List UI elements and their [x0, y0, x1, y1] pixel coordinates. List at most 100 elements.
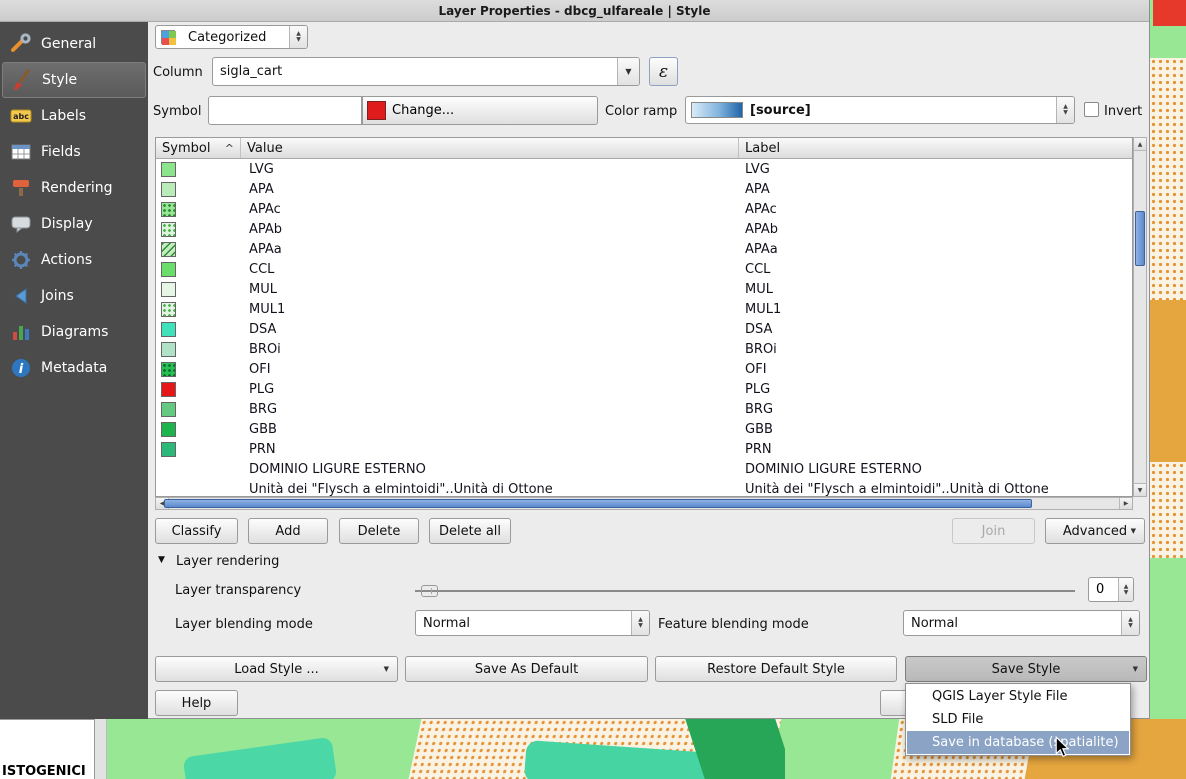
symbol-swatch[interactable]: [161, 242, 176, 257]
sidebar-item-general[interactable]: General: [2, 26, 146, 62]
transparency-spinbox[interactable]: 0 ▲▼: [1088, 577, 1134, 602]
sidebar-item-display[interactable]: Display: [2, 206, 146, 242]
layer-blending-combobox[interactable]: Normal ▲▼: [415, 610, 650, 636]
table-row[interactable]: Unità dei "Flysch a elmintoidi"..Unità d…: [156, 479, 1132, 497]
table-row[interactable]: PRNPRN: [156, 439, 1132, 459]
classify-button[interactable]: Classify: [155, 518, 238, 544]
column-header-symbol[interactable]: Symbol ^: [156, 138, 241, 158]
slider-handle[interactable]: [421, 585, 438, 597]
symbol-swatch[interactable]: [161, 422, 176, 437]
sidebar-item-label: Fields: [41, 144, 81, 160]
combo-stepper[interactable]: ▲▼: [631, 611, 649, 635]
symbol-swatch[interactable]: [161, 162, 176, 177]
renderer-combobox[interactable]: Categorized ▲▼: [155, 25, 308, 49]
save-style-button[interactable]: Save Style ▼: [905, 656, 1147, 682]
scroll-down-icon[interactable]: ▼: [1134, 483, 1146, 496]
symbol-swatch[interactable]: [161, 342, 176, 357]
sidebar-item-rendering[interactable]: Rendering: [2, 170, 146, 206]
window-title: Layer Properties - dbcg_ulfareale | Styl…: [439, 4, 711, 18]
panel-scrollbar[interactable]: [95, 719, 107, 779]
save-as-default-button[interactable]: Save As Default: [405, 656, 648, 682]
table-row[interactable]: LVGLVG: [156, 159, 1132, 179]
horizontal-scrollbar[interactable]: ◀ ▶: [155, 497, 1133, 510]
help-button[interactable]: Help: [155, 690, 238, 716]
table-row[interactable]: GBBGBB: [156, 419, 1132, 439]
scroll-up-icon[interactable]: ▲: [1134, 138, 1146, 151]
chevron-down-icon: ▼: [384, 665, 389, 673]
invert-checkbox[interactable]: [1084, 102, 1099, 117]
color-ramp-combobox[interactable]: [source] ▲▼: [685, 96, 1075, 124]
combo-stepper[interactable]: ▲▼: [1121, 611, 1139, 635]
delete-all-button[interactable]: Delete all: [429, 518, 511, 544]
transparency-slider[interactable]: [415, 583, 1075, 599]
symbol-swatch[interactable]: [161, 442, 176, 457]
symbol-swatch[interactable]: [161, 362, 176, 377]
vertical-scroll-thumb[interactable]: [1135, 211, 1145, 266]
menu-item-sld-file[interactable]: SLD File: [907, 708, 1129, 731]
column-combobox[interactable]: sigla_cart ▼: [212, 57, 640, 86]
legend-label: ISTOGENICI: [2, 764, 86, 779]
sidebar-item-labels[interactable]: abcLabels: [2, 98, 146, 134]
sidebar-item-metadata[interactable]: iMetadata: [2, 350, 146, 386]
table-row[interactable]: MULMUL: [156, 279, 1132, 299]
join-button[interactable]: Join: [952, 518, 1035, 544]
symbol-preview[interactable]: [208, 96, 362, 125]
menu-item-qgis-layer-style-file[interactable]: QGIS Layer Style File: [907, 685, 1129, 708]
combo-stepper[interactable]: ▲▼: [289, 26, 307, 48]
table-row[interactable]: APAAPA: [156, 179, 1132, 199]
value-cell: GBB: [241, 422, 739, 437]
menu-item-save-in-database-spatialite-[interactable]: Save in database (spatialite): [907, 731, 1129, 754]
table-row[interactable]: BRGBRG: [156, 399, 1132, 419]
add-button[interactable]: Add: [248, 518, 328, 544]
symbol-swatch[interactable]: [161, 182, 176, 197]
restore-default-style-button[interactable]: Restore Default Style: [655, 656, 897, 682]
value-cell: LVG: [241, 162, 739, 177]
value-cell: CCL: [241, 262, 739, 277]
table-row[interactable]: BROiBROi: [156, 339, 1132, 359]
vertical-scrollbar[interactable]: ▲ ▼: [1133, 137, 1147, 497]
symbol-swatch[interactable]: [161, 382, 176, 397]
load-style-button[interactable]: Load Style ... ▼: [155, 656, 398, 682]
column-header-value[interactable]: Value: [241, 138, 739, 158]
label-cell: APAa: [739, 242, 1132, 257]
color-ramp-value: [source]: [750, 103, 811, 118]
table-row[interactable]: APAcAPAc: [156, 199, 1132, 219]
symbol-swatch[interactable]: [161, 282, 176, 297]
symbol-swatch[interactable]: [161, 202, 176, 217]
map-canvas[interactable]: [1150, 0, 1186, 779]
table-row[interactable]: APAbAPAb: [156, 219, 1132, 239]
symbol-swatch[interactable]: [161, 402, 176, 417]
collapse-triangle-icon[interactable]: ▼: [158, 555, 165, 565]
table-row[interactable]: DOMINIO LIGURE ESTERNODOMINIO LIGURE EST…: [156, 459, 1132, 479]
window-titlebar[interactable]: Layer Properties - dbcg_ulfareale | Styl…: [0, 0, 1149, 22]
feature-blending-combobox[interactable]: Normal ▲▼: [903, 610, 1140, 636]
sidebar-item-diagrams[interactable]: Diagrams: [2, 314, 146, 350]
expression-builder-button[interactable]: ε: [649, 57, 678, 86]
combo-stepper[interactable]: ▲▼: [1056, 97, 1074, 123]
table-row[interactable]: DSADSA: [156, 319, 1132, 339]
layer-rendering-title[interactable]: Layer rendering: [176, 554, 279, 569]
symbol-swatch[interactable]: [161, 322, 176, 337]
symbol-swatch[interactable]: [161, 262, 176, 277]
table-row[interactable]: PLGPLG: [156, 379, 1132, 399]
advanced-button[interactable]: Advanced ▼: [1045, 518, 1145, 544]
table-row[interactable]: MUL1MUL1: [156, 299, 1132, 319]
sidebar-item-label: Style: [42, 72, 77, 88]
label-cell: APAc: [739, 202, 1132, 217]
change-symbol-button[interactable]: Change...: [362, 96, 598, 125]
table-row[interactable]: CCLCCL: [156, 259, 1132, 279]
symbol-swatch[interactable]: [161, 222, 176, 237]
scroll-right-icon[interactable]: ▶: [1119, 498, 1132, 509]
table-row[interactable]: OFIOFI: [156, 359, 1132, 379]
horizontal-scroll-thumb[interactable]: [164, 499, 1032, 508]
spinbox-stepper[interactable]: ▲▼: [1118, 578, 1133, 601]
sidebar-item-fields[interactable]: Fields: [2, 134, 146, 170]
sidebar-item-style[interactable]: Style: [2, 62, 146, 98]
symbol-swatch[interactable]: [161, 302, 176, 317]
table-row[interactable]: APAaAPAa: [156, 239, 1132, 259]
chevron-down-icon[interactable]: ▼: [617, 58, 639, 85]
delete-button[interactable]: Delete: [339, 518, 419, 544]
sidebar-item-actions[interactable]: Actions: [2, 242, 146, 278]
sidebar-item-joins[interactable]: Joins: [2, 278, 146, 314]
column-header-label[interactable]: Label: [739, 138, 1132, 158]
